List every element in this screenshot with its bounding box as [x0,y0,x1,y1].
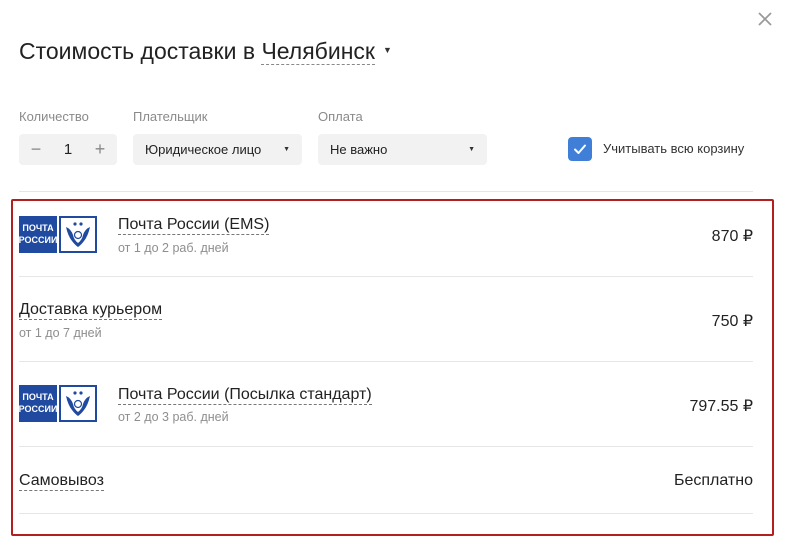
russian-post-logo: ПОЧТА РОССИИ [19,216,97,253]
option-term: от 1 до 2 раб. дней [118,241,229,255]
russian-post-logo: ПОЧТА РОССИИ [19,385,97,422]
quantity-input[interactable] [49,134,87,165]
delivery-option-standard-parcel[interactable]: ПОЧТА РОССИИ Почта России (Посылка станд… [19,362,753,446]
delivery-option-ems[interactable]: ПОЧТА РОССИИ Почта России (EMS) от 1 до … [19,200,753,276]
increment-button[interactable]: + [85,134,115,165]
title-prefix: Стоимость доставки в [19,38,256,64]
dialog-title: Стоимость доставки в Челябинск ▼ [19,38,392,65]
option-name[interactable]: Доставка курьером [19,301,163,320]
svg-text:ПОЧТА: ПОЧТА [22,392,54,402]
quantity-label: Количество [19,109,89,124]
whole-cart-label[interactable]: Учитывать всю корзину [603,141,744,156]
divider [19,191,753,192]
payment-select[interactable]: Не важно ▼ [318,134,487,165]
decrement-button[interactable]: − [21,134,51,165]
delivery-option-pickup[interactable]: Самовывоз Бесплатно [19,447,753,513]
option-price: Бесплатно [673,472,753,489]
option-term: от 2 до 3 раб. дней [118,410,229,424]
payment-label: Оплата [318,109,363,124]
option-name[interactable]: Почта России (EMS) [118,216,270,235]
divider [19,513,753,514]
payer-select[interactable]: Юридическое лицо ▼ [133,134,302,165]
whole-cart-checkbox[interactable] [568,137,592,161]
option-name[interactable]: Почта России (Посылка стандарт) [118,386,372,405]
option-price: 870 ₽ [711,228,753,245]
svg-text:РОССИИ: РОССИИ [19,404,57,414]
chevron-down-icon: ▼ [283,146,290,153]
chevron-down-icon: ▼ [468,146,475,153]
svg-text:ПОЧТА: ПОЧТА [22,223,54,233]
option-term: от 1 до 7 дней [19,326,102,340]
svg-text:РОССИИ: РОССИИ [19,235,57,245]
city-selector[interactable]: Челябинск [261,38,375,65]
payer-value: Юридическое лицо [145,142,262,157]
payer-label: Плательщик [133,109,208,124]
option-price: 750 ₽ [711,313,753,330]
option-price: 797.55 ₽ [689,398,753,415]
delivery-option-courier[interactable]: Доставка курьером от 1 до 7 дней 750 ₽ [19,277,753,361]
caret-down-icon[interactable]: ▼ [383,45,392,55]
quantity-stepper: − + [19,134,117,165]
close-icon[interactable] [754,8,776,30]
option-name[interactable]: Самовывоз [19,472,104,491]
check-icon [574,144,586,154]
payment-value: Не важно [330,142,388,157]
